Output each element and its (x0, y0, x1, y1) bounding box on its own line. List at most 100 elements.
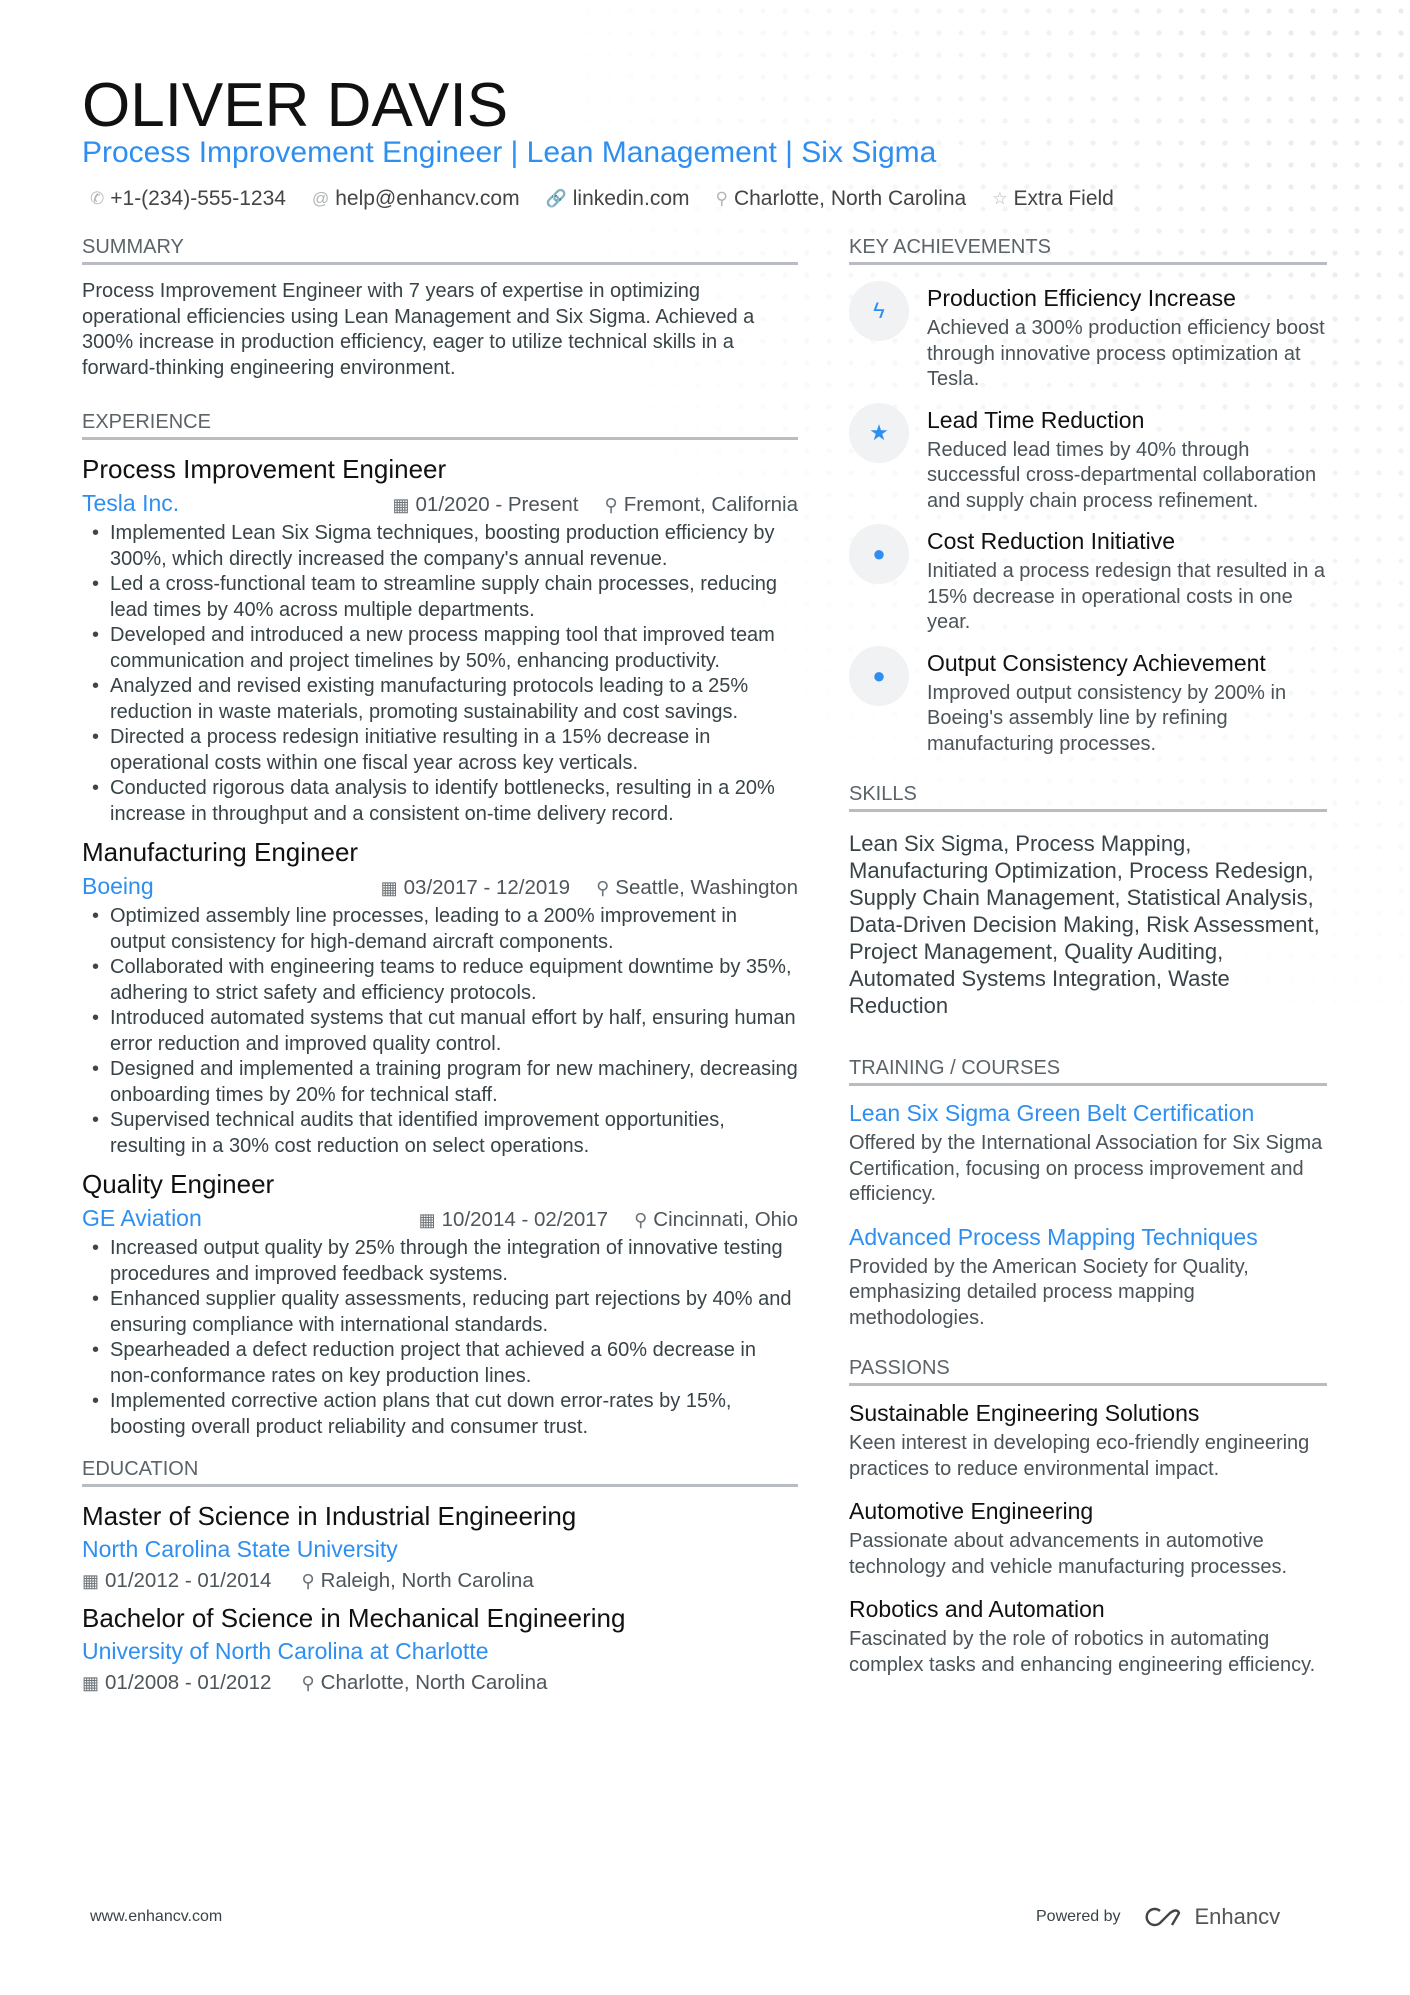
phone-icon: ✆ (90, 189, 105, 208)
candidate-name: OLIVER DAVIS (82, 71, 509, 140)
footer-website[interactable]: www.enhancv.com (90, 1908, 222, 1926)
achievement-text: Achieved a 300% production efficiency bo… (927, 317, 1325, 390)
education-meta: ▦ 01/2012 - 01/2014 ⚲ Raleigh, North Caroli… (82, 1569, 798, 1593)
education-entry: Bachelor of Science in Mechanical Engine… (82, 1603, 798, 1695)
course-title[interactable]: Advanced Process Mapping Techniques (849, 1224, 1327, 1251)
job-location: ⚲ Seattle, Washington (596, 876, 798, 900)
passion-title: Sustainable Engineering Solutions (849, 1400, 1200, 1426)
calendar-icon: ▦ (418, 1210, 436, 1230)
bullet-item: Developed and introduced a new process m… (82, 623, 798, 674)
education-entry: Master of Science in Industrial Engineer… (82, 1501, 798, 1593)
job-title: Process Improvement Engineer (82, 454, 447, 484)
location-text: Fremont, California (623, 493, 798, 516)
contact-item[interactable]: ⚲ Charlotte, North Carolina (716, 187, 967, 211)
contact-item[interactable]: @ help@enhancv.com (312, 187, 520, 211)
link-icon: 🔗 (545, 189, 567, 208)
passion-text: Keen interest in developing eco-friendly… (849, 1432, 1310, 1480)
location-icon: ⚲ (715, 189, 728, 208)
achievement-item: ★ Lead Time Reduction Reduced lead times b… (849, 402, 1327, 515)
job-title: Manufacturing Engineer (82, 837, 359, 867)
section-heading-skills: Skills (849, 783, 1327, 812)
resume-page: OLIVER DAVIS Process Improvement Enginee… (0, 0, 1410, 1995)
passion-text: Passionate about advancements in automot… (849, 1530, 1288, 1578)
contact-item[interactable]: 🔗 linkedin.com (546, 187, 690, 211)
job-meta: ▦ 01/2020 - Present ⚲ Fremont, California (393, 493, 799, 517)
bullet-item: Collaborated with engineering teams to r… (82, 955, 798, 1006)
job-meta-row: GE Aviation ▦ 10/2014 - 02/2017 ⚲ Cincinnati… (82, 1205, 798, 1232)
bullet-item: Enhanced supplier quality assessments, r… (82, 1287, 798, 1338)
section-heading-experience: Experience (82, 411, 798, 440)
achievement-title: Cost Reduction Initiative (927, 528, 1176, 554)
contact-item[interactable]: ✆ +1-(234)-555-1234 (90, 187, 286, 211)
achievement-body: Production Efficiency Increase Achieved a… (927, 285, 1327, 393)
experience-list: Process Improvement Engineer Tesla Inc. ▦ 0… (82, 454, 798, 1440)
edu-location: ⚲ Raleigh, North Carolina (301, 1569, 533, 1593)
course-text: Provided by the American Society for Qua… (849, 1255, 1249, 1329)
job-location: ⚲ Fremont, California (605, 493, 799, 517)
course-item: Advanced Process Mapping Techniques Provi… (849, 1224, 1327, 1332)
dates-text: 01/2008 - 01/2012 (105, 1671, 272, 1694)
section-heading-passions: Passions (849, 1357, 1327, 1386)
contact-list: ✆ +1-(234)-555-1234 @ help@enhancv.com 🔗 link… (90, 187, 1114, 211)
bullet-item: Led a cross-functional team to streamlin… (82, 572, 798, 623)
location-icon: ⚲ (634, 1210, 648, 1230)
location-text: Seattle, Washington (615, 876, 798, 899)
school-name[interactable]: North Carolina State University (82, 1536, 798, 1563)
course-title[interactable]: Lean Six Sigma Green Belt Certification (849, 1100, 1327, 1127)
powered-by-label: Powered by (1036, 1908, 1121, 1925)
company-name[interactable]: Tesla Inc. (82, 490, 179, 517)
degree: Bachelor of Science in Mechanical Engine… (82, 1603, 626, 1633)
bolt-icon: ϟ (849, 281, 909, 341)
contact-text: Charlotte, North Carolina (733, 187, 967, 210)
brain-head-icon: ● (849, 524, 909, 584)
contact-text: linkedin.com (572, 187, 690, 210)
job-dates: ▦ 10/2014 - 02/2017 (419, 1208, 608, 1232)
section-heading-achievements: Key Achievements (849, 236, 1327, 265)
bullet-item: Implemented Lean Six Sigma techniques, b… (82, 521, 798, 572)
edu-dates: ▦ 01/2012 - 01/2014 (82, 1569, 271, 1593)
job-entry: Quality Engineer GE Aviation ▦ 10/2014 - 02… (82, 1169, 798, 1440)
education-list: Master of Science in Industrial Engineer… (82, 1501, 798, 1695)
company-name[interactable]: Boeing (82, 873, 154, 900)
passion-title: Robotics and Automation (849, 1596, 1105, 1622)
passion-item: Automotive Engineering Passionate about a… (849, 1498, 1327, 1580)
location-text: Raleigh, North Carolina (320, 1569, 534, 1592)
location-icon: ⚲ (604, 495, 618, 515)
achievement-body: Cost Reduction Initiative Initiated a pro… (927, 528, 1327, 636)
location-text: Charlotte, North Carolina (320, 1671, 548, 1694)
achievement-text: Reduced lead times by 40% through succes… (927, 438, 1317, 512)
job-title: Quality Engineer (82, 1169, 275, 1199)
bullet-item: Introduced automated systems that cut ma… (82, 1006, 798, 1057)
passion-item: Sustainable Engineering Solutions Keen in… (849, 1400, 1327, 1482)
education-meta: ▦ 01/2008 - 01/2012 ⚲ Charlotte, North Caro… (82, 1671, 798, 1695)
achievement-title: Lead Time Reduction (927, 406, 1145, 433)
contact-item[interactable]: ☆ Extra Field (992, 187, 1114, 211)
section-heading-training: Training / Courses (849, 1057, 1327, 1086)
job-dates: ▦ 03/2017 - 12/2019 (381, 876, 570, 900)
brain-head-icon: ● (849, 645, 909, 706)
brand-name: Enhancv (1194, 1904, 1281, 1929)
location-text: Cincinnati, Ohio (653, 1208, 798, 1231)
section-heading-education: Education (82, 1458, 798, 1487)
star-icon: ★ (849, 402, 909, 463)
dates-text: 10/2014 - 02/2017 (441, 1208, 609, 1231)
section-heading-summary: Summary (82, 236, 798, 265)
contact-text: +1-(234)-555-1234 (110, 187, 286, 210)
calendar-icon: ▦ (392, 495, 410, 515)
left-column: Summary Process Improvement Engineer wit… (82, 236, 798, 1705)
achievement-body: Lead Time Reduction Reduced lead times by… (927, 407, 1327, 515)
job-meta: ▦ 10/2014 - 02/2017 ⚲ Cincinnati, Ohio (419, 1208, 798, 1232)
location-icon: ⚲ (596, 878, 610, 898)
company-name[interactable]: GE Aviation (82, 1205, 202, 1232)
course-item: Lean Six Sigma Green Belt Certification O… (849, 1100, 1327, 1208)
dates-text: 01/2020 - Present (415, 493, 579, 516)
achievement-title: Output Consistency Achievement (927, 649, 1266, 676)
bullet-item: Implemented corrective action plans that… (82, 1389, 798, 1440)
dates-text: 03/2017 - 12/2019 (403, 876, 571, 899)
skills-text: Lean Six Sigma, Process Mapping, Manufac… (849, 831, 1320, 1018)
passion-text: Fascinated by the role of robotics in au… (849, 1628, 1316, 1676)
bullet-item: Directed a process redesign initiative r… (82, 725, 798, 776)
enhancv-logo[interactable]: Enhancv (1143, 1904, 1281, 1930)
school-name[interactable]: University of North Carolina at Charlott… (82, 1638, 798, 1665)
calendar-icon: ▦ (82, 1571, 100, 1591)
